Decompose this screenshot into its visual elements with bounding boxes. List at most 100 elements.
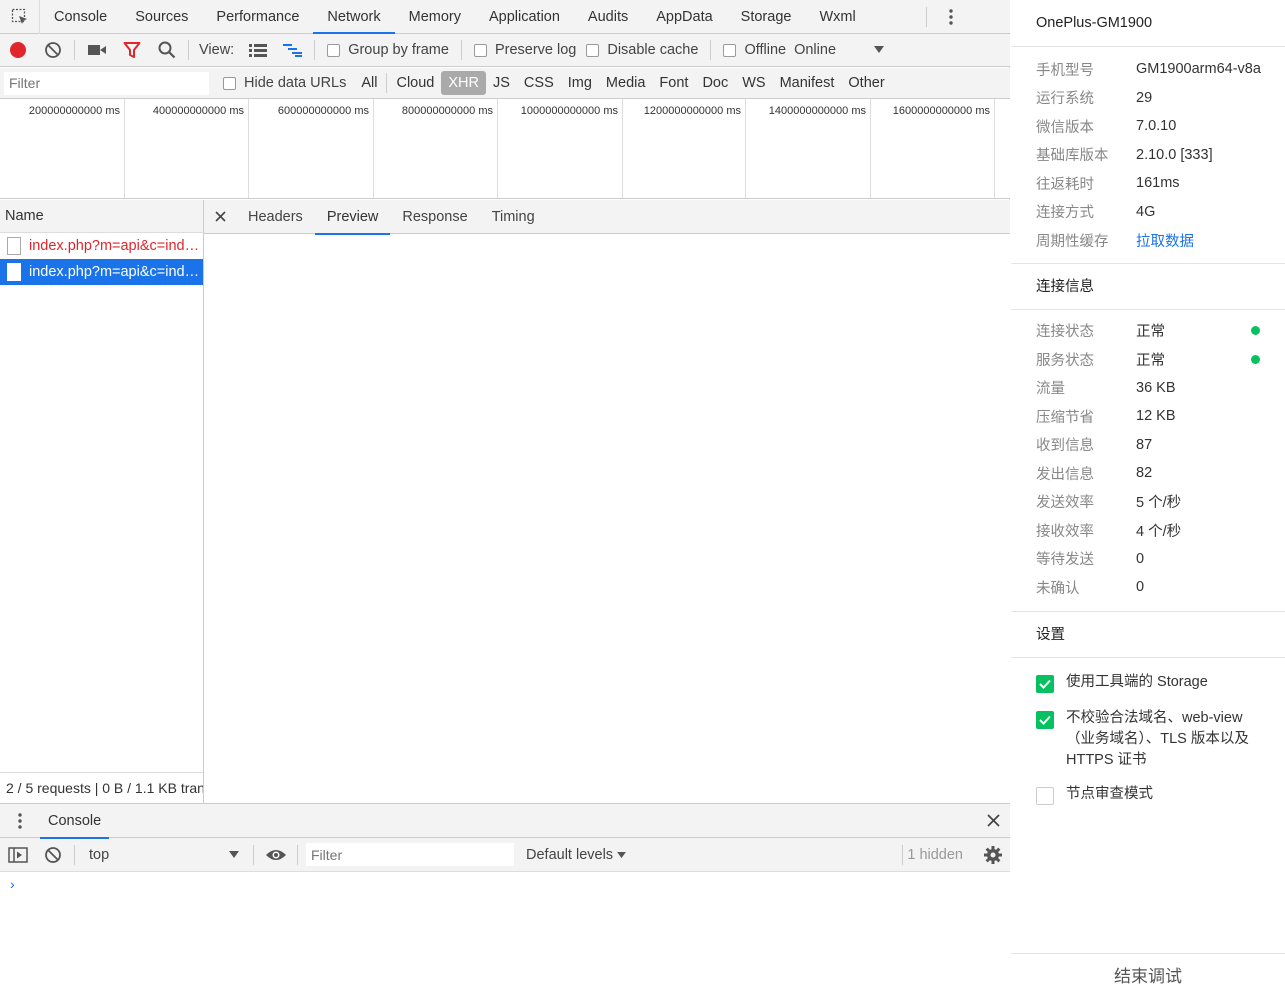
device-info-list: 手机型号 GM1900arm64-v8a 运行系统 29 微信版本 7.0.10 基础… <box>1011 47 1285 255</box>
close-detail-button[interactable] <box>204 206 236 227</box>
device-info-panel: OnePlus-GM1900 手机型号 GM1900arm64-v8a 运行系统 2… <box>1011 0 1285 999</box>
close-drawer-button[interactable] <box>987 810 1000 833</box>
filter-type-css[interactable]: CSS <box>517 71 561 95</box>
settings-section-title: 设置 <box>1011 610 1285 658</box>
filter-type-ws[interactable]: WS <box>735 71 772 95</box>
drawer-menu-button[interactable] <box>0 812 40 829</box>
network-filter-input[interactable] <box>4 71 209 95</box>
filter-type-other[interactable]: Other <box>841 71 891 95</box>
filter-type-cloud[interactable]: Cloud <box>389 71 441 95</box>
request-row-selected[interactable]: index.php?m=api&c=index&a=... <box>0 259 203 285</box>
preserve-log-checkbox[interactable]: Preserve log <box>473 42 576 58</box>
tab-wxml[interactable]: Wxml <box>805 0 869 34</box>
screenshot-capture-button[interactable] <box>79 34 114 67</box>
fetch-data-link[interactable]: 拉取数据 <box>1136 230 1285 251</box>
tab-console[interactable]: Console <box>40 0 121 34</box>
hide-data-urls-checkbox[interactable]: Hide data URLs <box>223 75 346 91</box>
checkbox-checked[interactable] <box>1036 674 1054 693</box>
tab-appdata[interactable]: AppData <box>642 0 726 34</box>
filter-type-manifest[interactable]: Manifest <box>773 71 842 95</box>
offline-label: Offline <box>744 42 787 58</box>
filter-toggle-button[interactable] <box>114 34 149 67</box>
request-list: Name index.php?m=api&c=index&a=... index… <box>0 200 204 803</box>
filter-type-js[interactable]: JS <box>486 71 517 95</box>
info-key: 连接方式 <box>1036 205 1094 222</box>
setting-node-inspect-mode[interactable]: 节点审查模式 <box>1011 784 1285 805</box>
connection-row: 接收效率 4 个/秒 <box>1011 516 1285 545</box>
end-debug-button[interactable]: 结束调试 <box>1011 953 1285 999</box>
device-info-row: 周期性缓存 拉取数据 <box>1011 226 1285 255</box>
tab-memory[interactable]: Memory <box>395 0 475 34</box>
more-options-button[interactable] <box>931 0 971 34</box>
waterfall-view-button[interactable] <box>275 34 310 67</box>
console-settings-button[interactable] <box>975 838 1010 871</box>
setting-use-tool-storage[interactable]: 使用工具端的 Storage <box>1011 672 1285 693</box>
live-expression-button[interactable] <box>258 838 293 871</box>
close-icon <box>214 211 226 222</box>
tab-timing[interactable]: Timing <box>480 200 547 234</box>
tab-response[interactable]: Response <box>390 200 479 234</box>
tab-performance[interactable]: Performance <box>202 0 313 34</box>
info-key: 微信版本 <box>1036 119 1094 136</box>
show-sidebar-button[interactable] <box>0 838 35 871</box>
record-icon <box>9 42 26 58</box>
tab-network[interactable]: Network <box>313 0 395 34</box>
drawer-tab-console[interactable]: Console <box>40 804 110 839</box>
disable-cache-checkbox[interactable]: Disable cache <box>586 42 698 58</box>
settings-list: 使用工具端的 Storage 不校验合法域名、web-view（业务域名）、TL… <box>1011 658 1285 805</box>
inspect-element-button[interactable] <box>0 0 40 34</box>
filter-type-media[interactable]: Media <box>599 71 653 95</box>
filter-type-font[interactable]: Font <box>652 71 695 95</box>
list-view-icon <box>248 44 267 57</box>
timeline-tick: 1000000000000 ms <box>498 99 623 198</box>
block-icon <box>44 846 61 863</box>
clear-console-button[interactable] <box>35 838 70 871</box>
timeline-overview[interactable]: 200000000000 ms 400000000000 ms 60000000… <box>0 99 1010 199</box>
record-button[interactable] <box>0 34 35 67</box>
filter-type-img[interactable]: Img <box>561 71 599 95</box>
group-by-frame-checkbox[interactable]: Group by frame <box>327 42 449 58</box>
filter-type-xhr[interactable]: XHR <box>441 71 486 95</box>
hidden-count: 1 hidden <box>907 846 963 863</box>
checkbox-box <box>223 76 236 90</box>
checkbox-checked[interactable] <box>1036 710 1054 729</box>
request-name: index.php?m=api&c=index&a=... <box>29 264 201 280</box>
device-title: OnePlus-GM1900 <box>1011 0 1285 47</box>
status-ok-dot <box>1251 326 1260 336</box>
log-levels-select[interactable]: Default levels <box>514 847 638 863</box>
checkbox-box <box>327 43 341 57</box>
name-column-header[interactable]: Name <box>0 200 203 233</box>
tab-storage[interactable]: Storage <box>727 0 806 34</box>
setting-skip-domain-check[interactable]: 不校验合法域名、web-view（业务域名）、TLS 版本以及 HTTPS 证书 <box>1011 708 1285 771</box>
console-drawer: Console top Default leve <box>0 803 1010 999</box>
drawer-tab-bar: Console <box>0 804 1010 839</box>
filter-type-all[interactable]: All <box>354 71 384 95</box>
console-filter-input[interactable] <box>306 843 514 866</box>
filter-type-doc[interactable]: Doc <box>695 71 735 95</box>
toolbar-divider <box>253 844 254 865</box>
kebab-menu-icon <box>949 8 953 25</box>
console-prompt[interactable]: › <box>0 872 1010 896</box>
large-rows-button[interactable] <box>240 34 275 67</box>
offline-checkbox[interactable]: Offline <box>723 42 786 58</box>
tab-preview[interactable]: Preview <box>314 200 391 235</box>
tab-headers[interactable]: Headers <box>236 200 315 234</box>
context-selector[interactable]: top <box>79 847 249 863</box>
checkbox-unchecked[interactable] <box>1036 786 1054 805</box>
toolbar-divider <box>188 40 189 60</box>
info-key: 收到信息 <box>1036 438 1094 455</box>
info-value: 36 KB <box>1136 379 1176 396</box>
tab-sources[interactable]: Sources <box>121 0 202 34</box>
info-key: 等待发送 <box>1036 552 1094 569</box>
tab-audits[interactable]: Audits <box>574 0 642 34</box>
clear-button[interactable] <box>35 34 70 67</box>
tab-application[interactable]: Application <box>475 0 574 34</box>
request-row[interactable]: index.php?m=api&c=index&a=... <box>0 233 203 259</box>
toolbar-divider <box>710 40 712 60</box>
throttling-select[interactable]: Online <box>794 42 885 58</box>
timeline-tick: 1600000000000 ms <box>871 99 995 198</box>
request-summary: 2 / 5 requests | 0 B / 1.1 KB transferre… <box>0 772 203 803</box>
connection-row: 未确认 0 <box>1011 573 1285 602</box>
search-button[interactable] <box>149 34 184 67</box>
info-value: 0 <box>1136 579 1145 596</box>
